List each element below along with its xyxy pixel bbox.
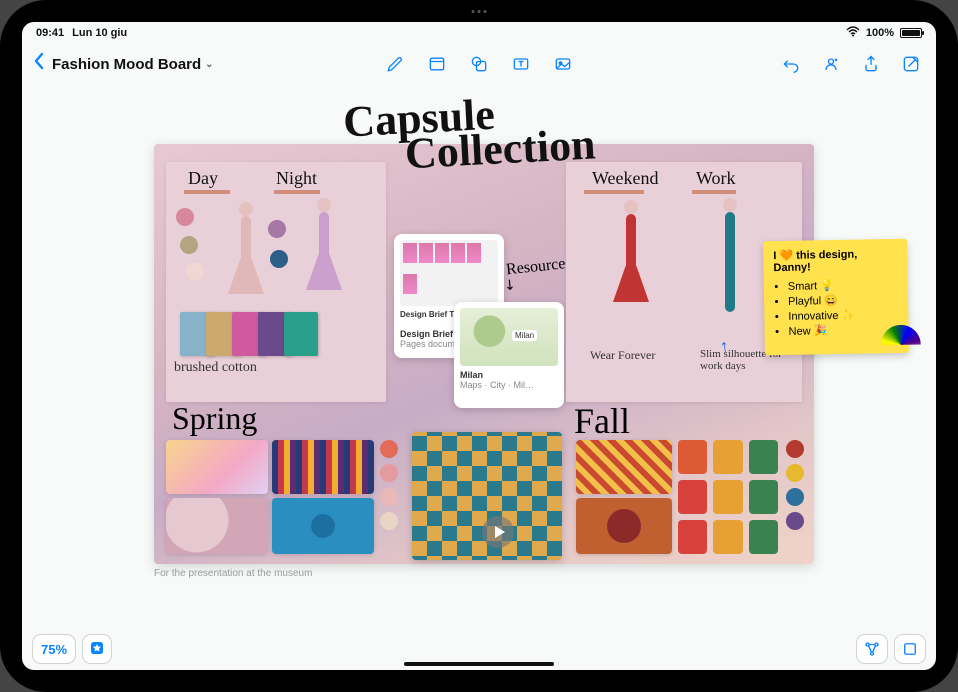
fabric-image[interactable]: [272, 440, 374, 494]
label-day: Day: [188, 168, 218, 189]
label-resources: Resources: [505, 255, 572, 280]
sticky-bullet: Playful 😄: [788, 293, 898, 308]
map-pin-label: Milan: [512, 330, 537, 341]
color-dot: [180, 236, 198, 254]
color-grid[interactable]: [678, 440, 778, 554]
pattern-image-2[interactable]: [576, 498, 672, 554]
status-date: Lun 10 giu: [72, 27, 127, 39]
star-icon: [89, 640, 105, 659]
sticky-note-button[interactable]: [422, 50, 452, 78]
sticky-line1: I 🧡 this design, Danny!: [773, 247, 897, 274]
map-title: Milan: [460, 370, 558, 380]
fashion-sketch-weekend[interactable]: [600, 200, 662, 340]
underline: [274, 190, 320, 194]
favorites-button[interactable]: [82, 634, 112, 664]
battery-icon: [900, 28, 922, 38]
speaker-dots: [472, 10, 487, 13]
wifi-icon: [846, 26, 860, 40]
compose-button[interactable]: [896, 50, 926, 78]
label-work: Work: [696, 168, 736, 189]
color-dot: [186, 262, 204, 280]
battery-percent: 100%: [866, 27, 894, 39]
sticky-bullet: Innovative ✨: [788, 308, 898, 323]
annotation-wear-forever: Wear Forever: [590, 348, 655, 363]
status-time: 09:41: [36, 27, 64, 39]
board-caption: For the presentation at the museum: [154, 568, 312, 579]
canvas-area[interactable]: Capsule Collection Day Night: [22, 84, 936, 628]
sticky-bullet: Smart 💡: [788, 278, 898, 293]
zoom-label: 75%: [41, 642, 67, 657]
text-box-button[interactable]: [506, 50, 536, 78]
fashion-sketch-night[interactable]: [296, 198, 352, 308]
map-subtitle: Maps · City · Mil…: [460, 380, 558, 390]
rainbow-sticker: [880, 325, 921, 366]
underline: [184, 190, 230, 194]
status-bar: 09:41 Lun 10 giu 100%: [22, 22, 936, 44]
heading-fall: Fall: [574, 400, 630, 442]
ipad-frame: 09:41 Lun 10 giu 100% Fashion Mood Board…: [0, 0, 958, 692]
play-button[interactable]: [482, 516, 514, 548]
navigator-button[interactable]: [856, 634, 888, 664]
texture-image[interactable]: [166, 440, 268, 494]
media-button[interactable]: [548, 50, 578, 78]
color-palette-fall[interactable]: [786, 440, 804, 530]
fashion-sketch-day[interactable]: [218, 202, 274, 312]
sticky-list: Smart 💡 Playful 😄 Innovative ✨ New 🎉: [774, 278, 899, 338]
zoom-button[interactable]: 75%: [32, 634, 76, 664]
collaborate-button[interactable]: [816, 50, 846, 78]
pen-tool-button[interactable]: [380, 50, 410, 78]
minimap-button[interactable]: [894, 634, 926, 664]
underline: [584, 190, 644, 194]
app-toolbar: Fashion Mood Board ⌄: [22, 44, 936, 84]
maps-card[interactable]: Milan Milan Maps · City · Mil…: [454, 302, 564, 408]
mood-board[interactable]: Capsule Collection Day Night: [154, 144, 814, 564]
document-title-text: Fashion Mood Board: [52, 56, 201, 73]
chevron-down-icon: ⌄: [205, 59, 213, 70]
flowers-image[interactable]: [166, 498, 268, 554]
sticky-note[interactable]: I 🧡 this design, Danny! Smart 💡 Playful …: [763, 239, 909, 355]
document-title-button[interactable]: Fashion Mood Board ⌄: [52, 56, 214, 73]
label-night: Night: [276, 168, 317, 189]
share-button[interactable]: [856, 50, 886, 78]
screen: 09:41 Lun 10 giu 100% Fashion Mood Board…: [22, 22, 936, 670]
home-indicator[interactable]: [404, 662, 554, 666]
map-thumbnail: [460, 308, 558, 366]
pattern-image[interactable]: [576, 440, 672, 494]
back-button[interactable]: [32, 52, 46, 76]
doc-thumbnail: [400, 240, 498, 306]
color-palette-spring[interactable]: [380, 440, 398, 530]
spring-panel[interactable]: Day Night brushed co: [166, 162, 386, 402]
heading-spring: Spring: [172, 400, 257, 437]
label-weekend: Weekend: [592, 168, 659, 189]
underline: [692, 190, 736, 194]
candies-image[interactable]: [272, 498, 374, 554]
fashion-sketch-work[interactable]: [700, 198, 760, 338]
color-dot: [176, 208, 194, 226]
undo-button[interactable]: [776, 50, 806, 78]
shapes-button[interactable]: [464, 50, 494, 78]
label-brushed-cotton: brushed cotton: [174, 360, 257, 376]
